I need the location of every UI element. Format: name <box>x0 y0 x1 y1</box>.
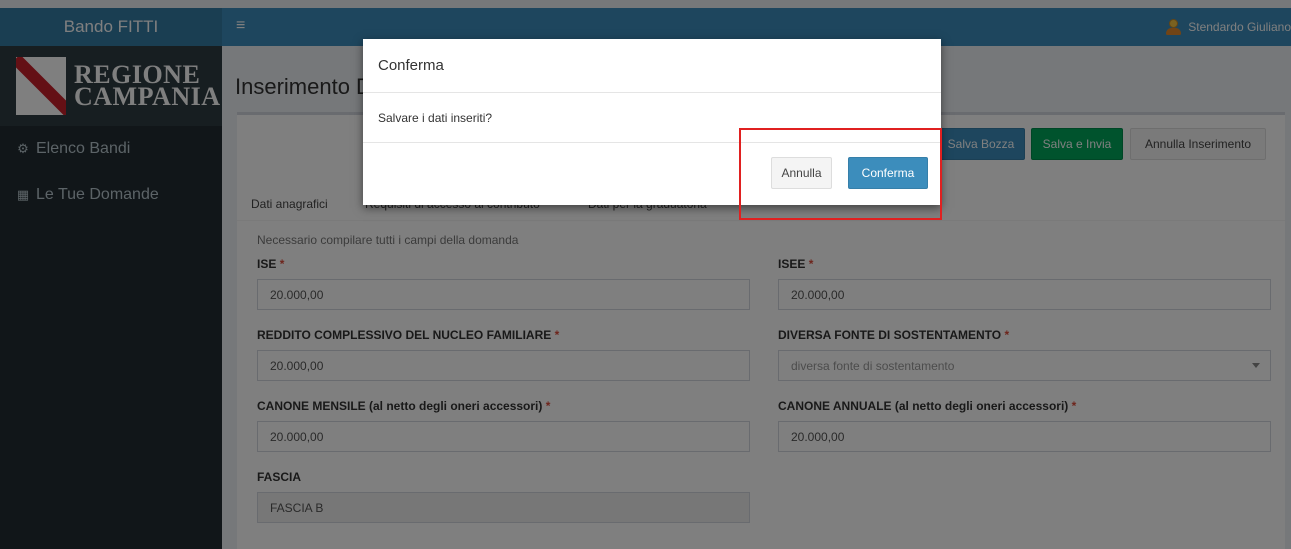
modal-message: Salvare i dati inseriti? <box>363 93 941 143</box>
modal-title: Conferma <box>363 39 941 93</box>
modal-cancel-button[interactable]: Annulla <box>771 157 832 189</box>
modal-confirm-button[interactable]: Conferma <box>848 157 928 189</box>
confirm-modal: Conferma Salvare i dati inseriti? Annull… <box>363 39 941 205</box>
